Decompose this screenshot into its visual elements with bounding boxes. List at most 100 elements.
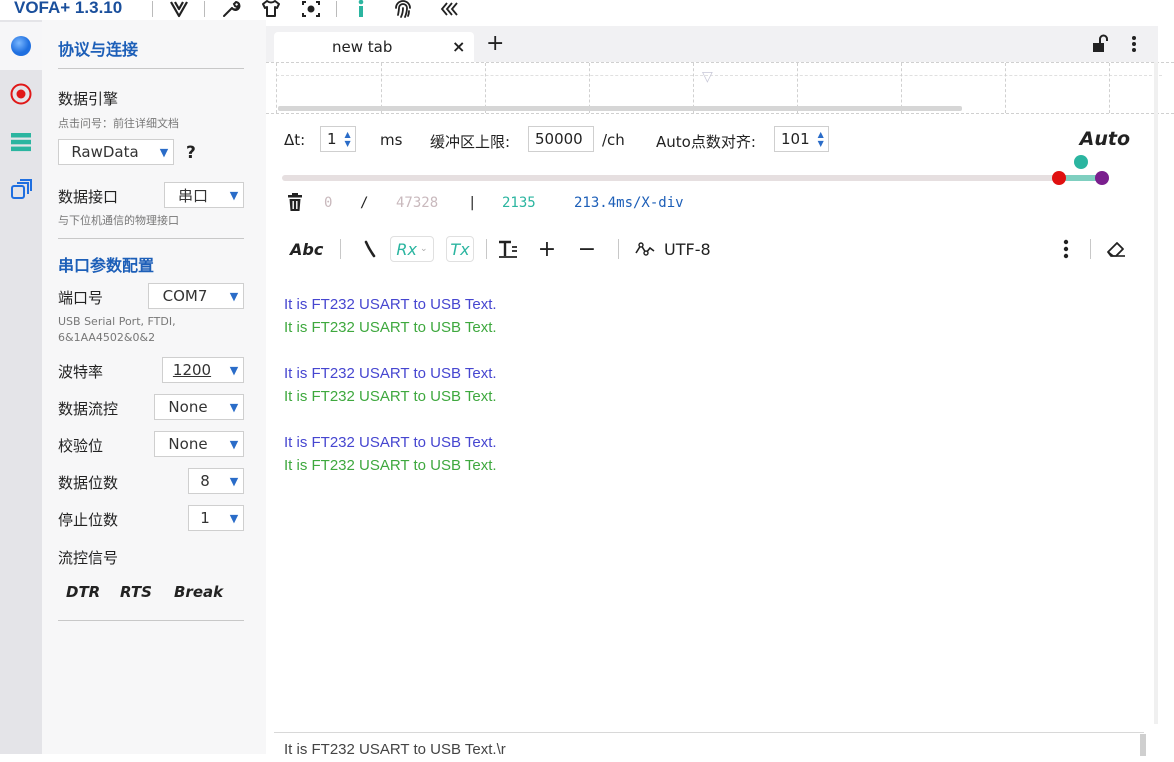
interface-hint: 与下位机通信的物理接口 [58, 214, 179, 227]
buffer-label: 缓冲区上限: [430, 133, 511, 151]
toolbar-separator [204, 1, 205, 17]
rail-record-button[interactable] [0, 70, 42, 118]
abc-button[interactable]: Abc [290, 236, 323, 262]
connection-icon [11, 36, 31, 56]
dtr-toggle[interactable]: DTR [66, 583, 100, 601]
eraser-icon[interactable] [1104, 236, 1128, 262]
send-scrollbar[interactable] [1140, 734, 1146, 756]
zoom-out-icon[interactable]: − [576, 236, 598, 262]
received-line: It is FT232 USART to USB Text. [284, 296, 497, 313]
main-area: new tab × + ▽ Δt: 1 ▲ ▼ ms 缓冲区上限: 50000 … [266, 20, 1174, 762]
parity-label: 校验位 [58, 437, 104, 455]
stat-a: 0 [324, 195, 333, 211]
fingerprint-icon[interactable] [392, 0, 414, 19]
divider [58, 238, 244, 239]
range-mid-handle[interactable] [1074, 155, 1088, 169]
port-select[interactable]: COM7 ▼ [148, 283, 244, 309]
dropdown-arrow-icon: ▼ [229, 511, 239, 525]
stat-d: 213.4ms/X-div [574, 195, 684, 211]
buffer-input[interactable]: 50000 [528, 126, 594, 152]
flow-control-select[interactable]: None ▼ [154, 394, 244, 420]
auto-button[interactable]: Auto [1080, 128, 1130, 150]
interface-select[interactable]: 串口 ▼ [164, 182, 244, 208]
baud-select[interactable]: 1200 ▼ [162, 357, 244, 383]
data-bits-select[interactable]: 8 ▼ [188, 468, 244, 494]
engine-select[interactable]: RawData ▼ [58, 139, 174, 165]
tab-label: new tab [332, 38, 393, 56]
timestamp-icon[interactable] [360, 236, 380, 262]
break-toggle[interactable]: Break [174, 583, 223, 601]
encoding-select[interactable]: UTF-8 [664, 236, 711, 262]
unlock-icon[interactable] [1090, 34, 1110, 58]
info-icon[interactable] [350, 0, 372, 19]
dropdown-arrow-icon: ▼ [229, 400, 239, 414]
engine-label: 数据引擎 [58, 90, 119, 108]
dt-spinner[interactable]: 1 ▲ ▼ [320, 126, 356, 152]
received-line: It is FT232 USART to USB Text. [284, 365, 497, 382]
windows-icon [11, 179, 32, 199]
divider [58, 620, 244, 621]
triangle-marker-icon: ▽ [702, 69, 713, 85]
section-title-protocol: 协议与连接 [58, 40, 139, 59]
spinner-arrows-icon[interactable]: ▲ ▼ [814, 130, 828, 148]
interface-label: 数据接口 [58, 188, 119, 206]
dropdown-arrow-icon: ▼ [229, 363, 239, 377]
align-spinner[interactable]: 101 ▲ ▼ [774, 126, 829, 152]
dt-unit: ms [380, 131, 403, 149]
text-format-icon[interactable] [496, 236, 520, 262]
dt-label: Δt: [284, 131, 306, 149]
stat-slash: / [360, 195, 369, 211]
stop-bits-label: 停止位数 [58, 511, 119, 529]
grid-scrollbar[interactable] [278, 106, 962, 111]
baud-label: 波特率 [58, 363, 104, 381]
vertical-scrollbar[interactable] [1154, 62, 1158, 724]
dropdown-arrow-icon: ▼ [229, 474, 239, 488]
app-title: VOFA+ 1.3.10 [14, 0, 123, 17]
stat-b: 47328 [396, 195, 439, 211]
add-tab-button[interactable]: + [486, 33, 504, 55]
send-text: It is FT232 USART to USB Text.\r [284, 741, 506, 758]
more-vertical-icon[interactable] [1058, 236, 1074, 262]
range-slider[interactable] [282, 155, 1109, 185]
top-toolbar: VOFA+ 1.3.10 [0, 0, 1174, 20]
port-hint-line2: 6&1AA4502&0&2 [58, 331, 156, 344]
rail-windows-button[interactable] [0, 166, 42, 214]
zoom-in-icon[interactable]: + [536, 236, 558, 262]
engine-hint[interactable]: 点击问号：前往详细文档 [58, 116, 179, 131]
flow-control-label: 数据流控 [58, 400, 119, 418]
divider [58, 68, 244, 69]
trash-icon[interactable] [286, 192, 304, 216]
collapse-left-icon[interactable] [440, 0, 462, 19]
send-input[interactable]: It is FT232 USART to USB Text.\r [274, 732, 1144, 762]
tab-bar: new tab × + [266, 26, 1158, 64]
vofa-logo-icon[interactable] [168, 0, 190, 19]
tab-new-tab[interactable]: new tab × [274, 32, 474, 64]
tx-button[interactable]: Tx [446, 236, 474, 262]
rail-data-list-button[interactable] [0, 118, 42, 166]
rts-toggle[interactable]: RTS [120, 583, 152, 601]
wrench-icon[interactable] [220, 0, 242, 19]
dropdown-arrow-icon: ▼ [229, 289, 239, 303]
toolbar-separator [336, 1, 337, 17]
waveform-icon[interactable] [632, 236, 658, 262]
screenshot-icon[interactable] [300, 0, 322, 19]
shirt-icon[interactable] [260, 0, 282, 19]
spinner-arrows-icon[interactable]: ▲ ▼ [341, 130, 355, 148]
rx-button[interactable]: Rx ⌄ [390, 236, 434, 262]
close-tab-icon[interactable]: × [452, 37, 465, 56]
received-line: It is FT232 USART to USB Text. [284, 434, 497, 451]
received-line: It is FT232 USART to USB Text. [284, 388, 497, 405]
range-end-handle[interactable] [1095, 171, 1109, 185]
buffer-unit: /ch [602, 131, 625, 149]
received-line: It is FT232 USART to USB Text. [284, 319, 497, 336]
port-label: 端口号 [58, 289, 104, 307]
range-start-handle[interactable] [1052, 171, 1066, 185]
received-text-area[interactable]: It is FT232 USART to USB Text. It is FT2… [266, 276, 1146, 706]
dropdown-arrow-icon: ▼ [229, 188, 239, 202]
stop-bits-select[interactable]: 1 ▼ [188, 505, 244, 531]
more-vertical-icon[interactable] [1126, 34, 1142, 58]
rail-connection-button[interactable] [0, 22, 42, 70]
parity-select[interactable]: None ▼ [154, 431, 244, 457]
section-title-serial: 串口参数配置 [58, 256, 155, 275]
help-button[interactable]: ? [186, 143, 196, 163]
